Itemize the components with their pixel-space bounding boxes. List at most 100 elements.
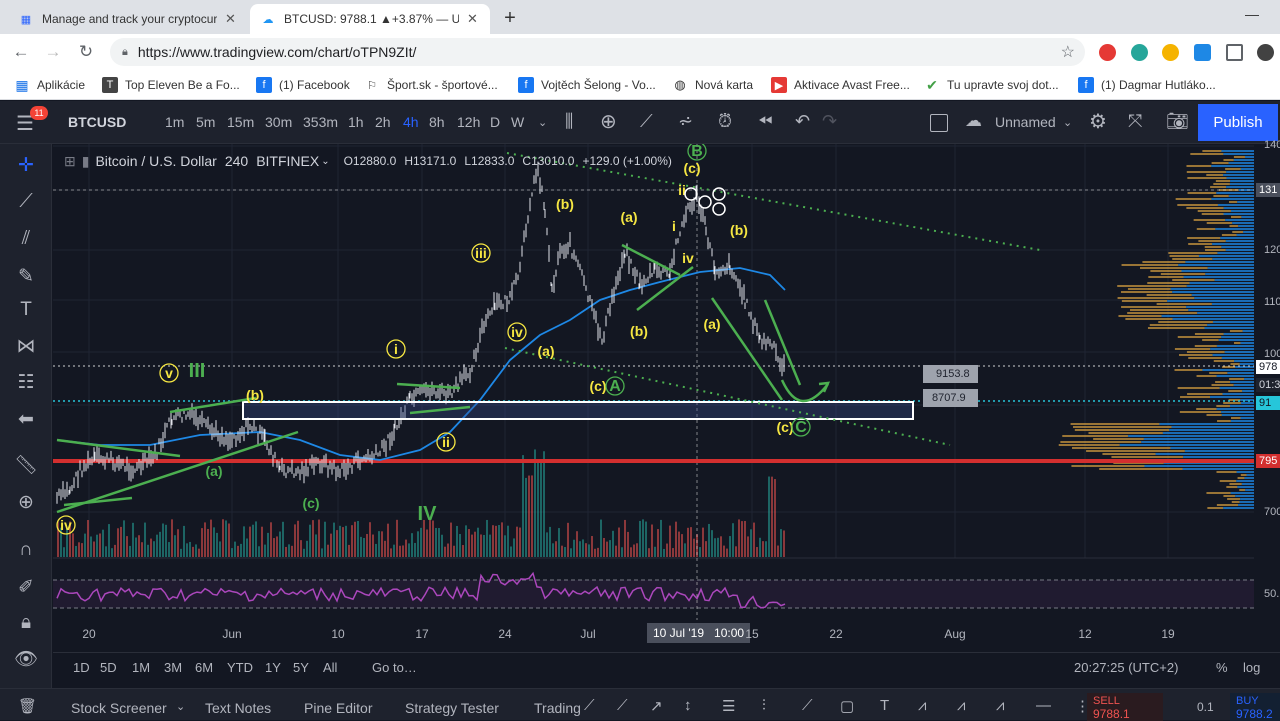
price-chart[interactable]: ivv III(b)(a)(c) IViiiiiiiv(a)(b)(a)(b)(c)… [53,144,1280,652]
percent-scale-toggle[interactable]: % [1216,660,1228,675]
text-tool-icon[interactable]: T [13,297,39,323]
collapse-icon[interactable]: ▮ [82,153,90,170]
url-field[interactable]: 🔒︎ https://www.tradingview.com/chart/oTP… [110,38,1085,66]
close-tab-icon[interactable]: ✕ [467,11,478,27]
bookmark-sport[interactable]: ⚐ Šport.sk - športové... [364,77,498,93]
period-3m[interactable]: 3M [164,660,182,675]
interval-1m[interactable]: 1m [165,114,184,130]
interval-5m[interactable]: 5m [196,114,215,130]
bookmark-top-eleven[interactable]: T Top Eleven Be a Fo... [102,77,240,93]
lock-pencil-icon[interactable]: ✐ [13,574,39,600]
expand-grid-icon[interactable]: ⊞ [64,153,76,170]
settings-gear-icon[interactable]: ⚙ [1089,109,1107,134]
eye-icon[interactable]: 👁︎ [13,646,39,672]
legend-title[interactable]: Bitcoin / U.S. Dollar [95,153,216,169]
fib-tool-icon[interactable]: ⫽ [13,226,39,252]
ruler-icon[interactable]: 📏︎ [13,452,39,478]
browser-tab-tradingview[interactable]: ☁ BTCUSD: 9788.1 ▲+3.87% — Un ✕ [250,4,490,34]
bookmark-nova-karta[interactable]: ◍ Nová karta [672,77,753,93]
new-tab-button[interactable]: + [500,7,520,30]
interval-30m[interactable]: 30m [265,114,292,130]
interval-D[interactable]: D [490,114,500,130]
horizontal-ray-icon[interactable]: — [1036,697,1051,714]
period-5y[interactable]: 5Y [293,660,309,675]
share-extension-icon[interactable] [1226,44,1243,61]
rectangle-icon[interactable]: ▢ [840,697,854,715]
ray-icon[interactable]: ↗ [650,697,663,715]
minimize-window-icon[interactable]: — [1245,6,1259,22]
period-6m[interactable]: 6M [195,660,213,675]
layout-name-button[interactable]: Unnamed [995,114,1056,130]
bookmark-star-icon[interactable]: ☆ [1061,42,1075,62]
pencil-tool-icon[interactable]: ⟋ [584,697,595,714]
period-1y[interactable]: 1Y [265,660,281,675]
back-arrow-icon[interactable]: ⬅ [13,406,39,432]
interval-W[interactable]: W [511,114,524,130]
magnet-icon[interactable]: ∩ [13,537,39,563]
symbol-search-button[interactable]: BTCUSD [68,114,126,130]
brush-icon[interactable]: ⟋ [802,697,813,714]
elliott-wave-ae-icon[interactable]: ⩘ [957,697,965,714]
tab-stock-screener[interactable]: Stock Screener [71,700,167,716]
interval-15m[interactable]: 15m [227,114,254,130]
goto-date-button[interactable]: Go to… [372,660,417,675]
reload-icon[interactable]: ↻ [75,42,97,62]
period-ytd[interactable]: YTD [227,660,253,675]
bookmark-facebook[interactable]: f (1) Facebook [256,77,350,93]
forward-arrow-icon[interactable]: → [42,42,64,62]
publish-button[interactable]: Publish [1198,104,1278,141]
opera-extension-icon[interactable] [1099,44,1116,61]
bookmark-avast[interactable]: ▶ Aktivace Avast Free... [771,77,910,93]
sell-button[interactable]: SELL 9788.1 [1087,693,1163,721]
browser-tab-coin[interactable]: ▦ Manage and track your cryptocur ✕ [8,4,248,34]
buy-button[interactable]: BUY 9788.2 [1230,693,1280,721]
templates-icon[interactable]: ⩫ [678,111,693,132]
tab-pine-editor[interactable]: Pine Editor [304,700,372,716]
tab-strategy-tester[interactable]: Strategy Tester [405,700,499,716]
interval-1h[interactable]: 1h [348,114,364,130]
back-arrow-icon[interactable]: ← [10,42,32,62]
replay-icon[interactable]: ⏪︎ [758,111,772,132]
lock-drawings-icon[interactable]: 🔒︎ [13,610,39,636]
elliott-wave-12-icon[interactable]: ⩘ [918,697,926,714]
tab-text-notes[interactable]: Text Notes [205,700,271,716]
text-icon[interactable]: T [880,697,889,714]
interval-353m[interactable]: 353m [303,114,338,130]
fullscreen-layout-icon[interactable] [930,114,948,132]
prediction-icon[interactable]: ☷ [13,369,39,395]
zoom-in-icon[interactable]: ⊕ [13,489,39,515]
compare-add-icon[interactable]: ⊕ [600,109,617,134]
log-scale-toggle[interactable]: log [1243,660,1260,675]
elliott-wave-abc-icon[interactable]: ⩘ [996,697,1004,714]
trash-icon[interactable]: 🗑︎ [18,697,37,715]
tab-trading[interactable]: Trading [534,700,581,716]
chevron-down-icon[interactable]: ⌄ [321,156,329,167]
undo-icon[interactable]: ↶ [795,111,810,132]
sync-extension-icon[interactable] [1131,44,1148,61]
interval-12h[interactable]: 12h [457,114,480,130]
redo-icon[interactable]: ↷ [822,111,837,132]
period-all[interactable]: All [323,660,337,675]
search-extension-icon[interactable] [1194,44,1211,61]
fullscreen-icon[interactable]: ⤧ [1128,111,1142,132]
vpn-extension-icon[interactable] [1257,44,1274,61]
indicators-icon[interactable]: ⟋ [640,111,653,132]
trend-angle-icon[interactable]: ⟋ [617,697,628,714]
chevron-down-icon[interactable]: ⌄ [1063,116,1072,129]
horizontal-line-icon[interactable]: ↕ [684,697,692,714]
bitcoin-extension-icon[interactable] [1162,44,1179,61]
interval-2h[interactable]: 2h [375,114,391,130]
chart-type-candles-icon[interactable]: ⫼ [565,111,573,132]
trend-line-icon[interactable]: ⟋ [13,189,39,215]
camera-snapshot-icon[interactable]: 📷︎ [1166,111,1189,132]
bookmark-dotaz[interactable]: ✔ Tu upravte svoj dot... [924,77,1059,93]
period-1d[interactable]: 1D [73,660,90,675]
clock-timezone[interactable]: 20:27:25 (UTC+2) [1074,660,1178,675]
close-tab-icon[interactable]: ✕ [225,11,236,27]
pitchfork-icon[interactable]: ⫶ [762,697,766,714]
period-1m[interactable]: 1M [132,660,150,675]
parallel-channel-icon[interactable]: ☰ [722,697,735,715]
brush-icon[interactable]: ✎ [13,263,39,289]
bookmark-vojtech[interactable]: f Vojtěch Šelong - Vo... [518,77,656,93]
chevron-down-icon[interactable]: ⌄ [538,116,547,129]
